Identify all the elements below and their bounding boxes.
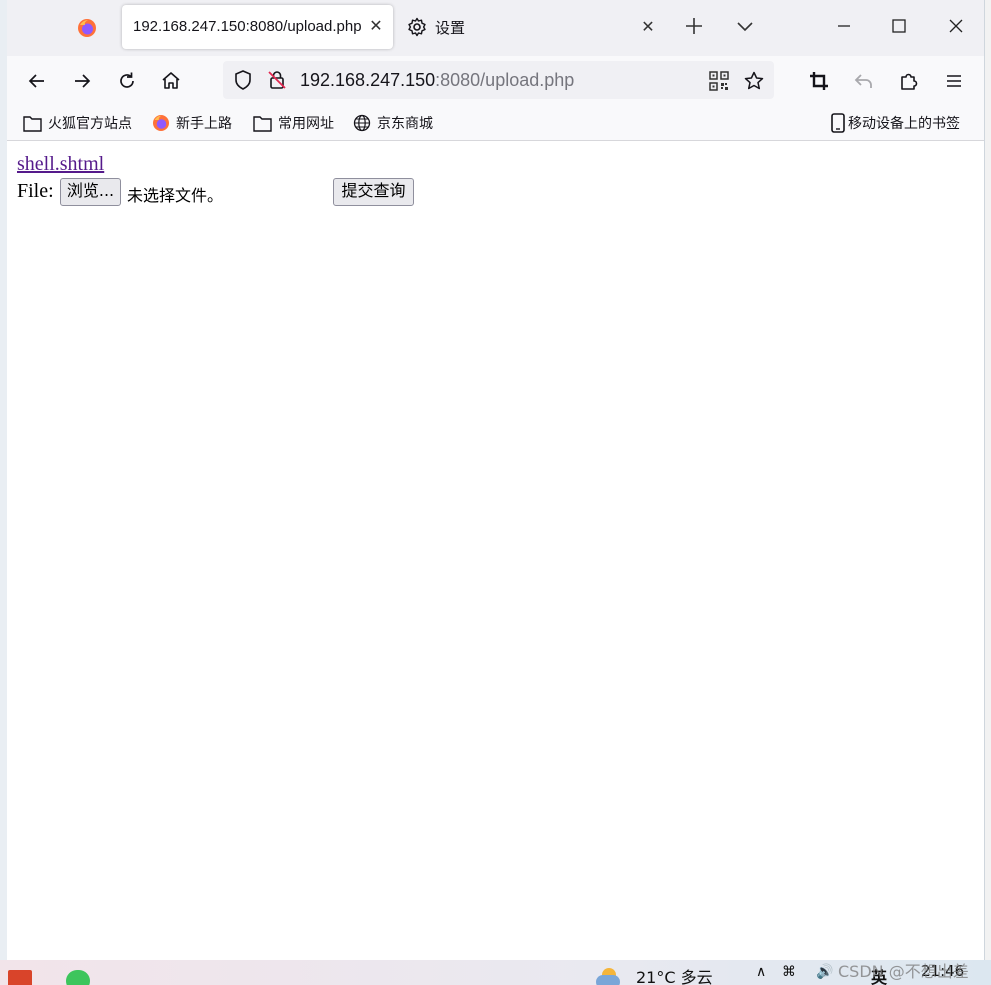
bookmark-label: 火狐官方站点 xyxy=(48,115,132,131)
browse-button[interactable]: 浏览... xyxy=(60,178,121,206)
screenshot-button[interactable] xyxy=(805,67,833,95)
firefox-icon xyxy=(153,115,169,131)
bookmark-label: 京东商城 xyxy=(377,115,433,131)
forward-button[interactable] xyxy=(68,67,96,95)
home-button[interactable] xyxy=(157,67,185,95)
window-scrollbar-edge xyxy=(984,0,991,960)
firefox-view-button[interactable] xyxy=(69,10,105,46)
maximize-window-icon[interactable] xyxy=(887,14,911,38)
url-bar[interactable]: 192.168.247.150:8080/upload.php xyxy=(223,61,774,99)
mobile-phone-icon xyxy=(831,113,845,133)
arrow-left-icon xyxy=(28,74,44,88)
folder-icon xyxy=(23,115,42,132)
close-tab-icon[interactable]: ✕ xyxy=(365,15,387,37)
url-port-path: :8080/upload.php xyxy=(435,70,575,90)
undo-arrow-icon xyxy=(854,74,872,88)
volume-icon[interactable]: 🔊 xyxy=(816,964,833,980)
tab-upload-php[interactable]: 192.168.247.150:8080/upload.php ✕ xyxy=(122,5,393,49)
file-label: File: xyxy=(17,180,54,202)
reload-icon xyxy=(120,72,134,88)
chevron-down-icon[interactable] xyxy=(733,14,757,38)
home-icon xyxy=(162,72,180,89)
network-icon[interactable]: ⌘ xyxy=(782,964,796,980)
back-button[interactable] xyxy=(23,67,51,95)
bookmarks-toolbar: 火狐官方站点 新手上路 常用网址 京东商城 移动设备上的书签 xyxy=(7,106,984,141)
bookmark-common-sites[interactable]: 常用网址 xyxy=(253,111,334,135)
tab-settings-label: 设置 xyxy=(435,19,466,37)
tab-settings[interactable]: 设置 xyxy=(407,15,465,39)
bookmark-getting-started[interactable]: 新手上路 xyxy=(152,111,232,135)
mobile-bookmarks[interactable]: 移动设备上的书签 xyxy=(830,111,960,135)
csdn-watermark: CSDN @不想出差 xyxy=(838,962,969,981)
close-window-icon[interactable] xyxy=(944,14,968,38)
menu-button[interactable] xyxy=(940,67,968,95)
undo-button[interactable] xyxy=(850,67,878,95)
close-settings-tab-icon[interactable]: ✕ xyxy=(637,16,659,38)
upload-form: File: 浏览... 未选择文件。 提交查询 xyxy=(17,178,437,208)
arrow-right-icon xyxy=(75,74,91,88)
insecure-lock-icon[interactable] xyxy=(266,69,288,91)
submit-query-button[interactable]: 提交查询 xyxy=(333,178,414,206)
minimize-window-icon[interactable] xyxy=(832,14,856,38)
bookmark-label: 常用网址 xyxy=(278,115,334,131)
navigation-toolbar: 192.168.247.150:8080/upload.php xyxy=(7,56,984,106)
bookmark-star-icon[interactable] xyxy=(743,70,765,92)
extensions-button[interactable] xyxy=(895,67,923,95)
page-content: shell.shtml File: 浏览... 未选择文件。 提交查询 xyxy=(7,141,984,960)
mobile-bookmarks-label: 移动设备上的书签 xyxy=(848,115,960,131)
crop-icon xyxy=(810,72,828,90)
weather-text[interactable]: 21°C 多云 xyxy=(636,964,713,985)
chevron-up-icon[interactable]: ∧ xyxy=(756,964,766,980)
weather-cloud-icon xyxy=(596,968,622,985)
url-text[interactable]: 192.168.247.150:8080/upload.php xyxy=(300,70,574,91)
hamburger-menu-icon xyxy=(947,75,961,87)
shell-shtml-link[interactable]: shell.shtml xyxy=(17,153,104,176)
gear-icon xyxy=(408,17,426,37)
puzzle-icon xyxy=(901,73,918,90)
folder-icon xyxy=(253,115,272,132)
reload-button[interactable] xyxy=(113,67,141,95)
app-icon[interactable] xyxy=(8,970,32,985)
globe-icon xyxy=(353,114,371,132)
bookmark-firefox-official[interactable]: 火狐官方站点 xyxy=(23,111,132,135)
new-tab-plus-icon[interactable] xyxy=(682,14,706,38)
bookmark-label: 新手上路 xyxy=(176,115,232,131)
url-host: 192.168.247.150 xyxy=(300,70,436,90)
shield-icon[interactable] xyxy=(232,69,254,91)
firefox-icon xyxy=(78,19,96,37)
wechat-icon[interactable] xyxy=(66,970,90,985)
no-file-selected-text: 未选择文件。 xyxy=(127,186,224,205)
tab-bar: 192.168.247.150:8080/upload.php ✕ 设置 ✕ xyxy=(7,0,984,56)
qr-code-icon[interactable] xyxy=(709,71,729,91)
bookmark-jd[interactable]: 京东商城 xyxy=(353,111,433,135)
tab-title: 192.168.247.150:8080/upload.php xyxy=(133,18,362,35)
